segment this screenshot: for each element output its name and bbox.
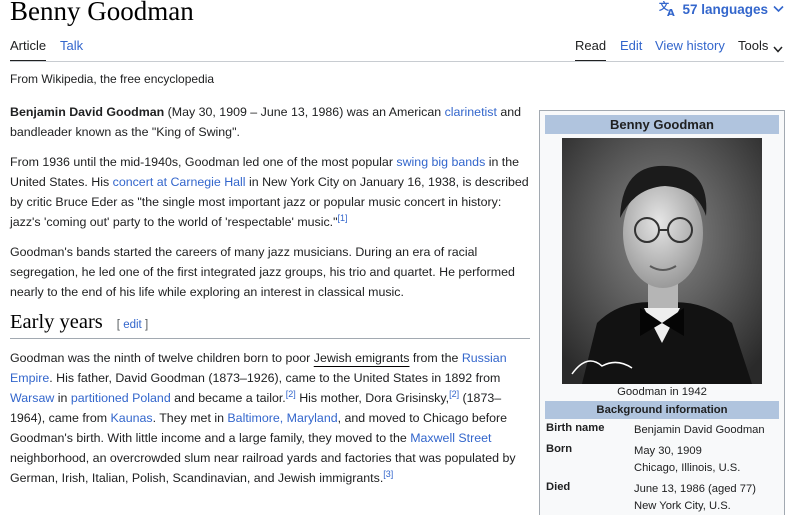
- link-swing-big-bands[interactable]: swing big bands: [396, 155, 485, 169]
- infobox-header: Benny Goodman: [545, 115, 779, 134]
- reference-3[interactable]: [3]: [383, 469, 393, 479]
- tab-article[interactable]: Article: [10, 38, 47, 62]
- tabs-divider: [10, 61, 784, 62]
- link-kaunas[interactable]: Kaunas: [111, 411, 153, 425]
- infobox-row-died: Died June 13, 1986 (aged 77) New York Ci…: [546, 481, 756, 512]
- infobox-subheader: Background information: [545, 401, 779, 419]
- page-title: Benny Goodman: [10, 0, 194, 26]
- tools-label: Tools: [738, 38, 769, 53]
- infobox-row-birth-name: Birth name Benjamin David Goodman: [546, 422, 765, 436]
- link-jewish-emigrants[interactable]: Jewish emigrants: [314, 351, 410, 365]
- reference-2[interactable]: [2]: [286, 389, 296, 399]
- tab-view-history[interactable]: View history: [655, 38, 725, 62]
- svg-text:A: A: [667, 8, 675, 17]
- tab-talk[interactable]: Talk: [60, 38, 83, 62]
- link-carnegie-hall-concert[interactable]: concert at Carnegie Hall: [113, 175, 246, 189]
- translate-icon: 文 A: [659, 1, 677, 17]
- article-body: Benjamin David Goodman (May 30, 1909 – J…: [10, 102, 530, 498]
- intro-paragraph-1: Benjamin David Goodman (May 30, 1909 – J…: [10, 105, 522, 139]
- link-clarinetist[interactable]: clarinetist: [445, 105, 497, 119]
- early-years-paragraph: Goodman was the ninth of twelve children…: [10, 351, 516, 485]
- intro-paragraph-3: Goodman's bands started the careers of m…: [10, 245, 515, 299]
- link-baltimore-maryland[interactable]: Baltimore, Maryland: [227, 411, 337, 425]
- section-heading-early-years: Early years [ edit ]: [10, 312, 530, 339]
- link-maxwell-street[interactable]: Maxwell Street: [410, 431, 491, 445]
- intro-paragraph-2: From 1936 until the mid-1940s, Goodman l…: [10, 155, 529, 229]
- tools-menu-button[interactable]: Tools: [738, 38, 783, 62]
- languages-button[interactable]: 文 A 57 languages: [659, 1, 784, 17]
- chevron-down-icon: [773, 5, 784, 13]
- reference-2b[interactable]: [2]: [449, 389, 459, 399]
- section-edit-link: [ edit ]: [116, 319, 149, 331]
- infobox-row-born: Born May 30, 1909 Chicago, Illinois, U.S…: [546, 443, 741, 474]
- page-tabs: Article Talk Read Edit View history Tool…: [0, 34, 800, 62]
- subject-name: Benjamin David Goodman: [10, 105, 165, 119]
- tab-edit[interactable]: Edit: [620, 38, 642, 62]
- link-warsaw[interactable]: Warsaw: [10, 391, 54, 405]
- photo-caption: Goodman in 1942: [617, 386, 707, 398]
- chevron-down-icon: [773, 38, 783, 62]
- site-tagline: From Wikipedia, the free encyclopedia: [10, 72, 215, 86]
- infobox: Benny Goodman Goodman in 1942 Background…: [539, 110, 785, 515]
- portrait-photo[interactable]: [562, 138, 762, 384]
- languages-label: 57 languages: [682, 1, 768, 17]
- link-partitioned-poland[interactable]: partitioned Poland: [71, 391, 171, 405]
- tab-read[interactable]: Read: [575, 38, 607, 62]
- edit-link[interactable]: edit: [123, 319, 142, 331]
- reference-1[interactable]: [1]: [338, 213, 348, 223]
